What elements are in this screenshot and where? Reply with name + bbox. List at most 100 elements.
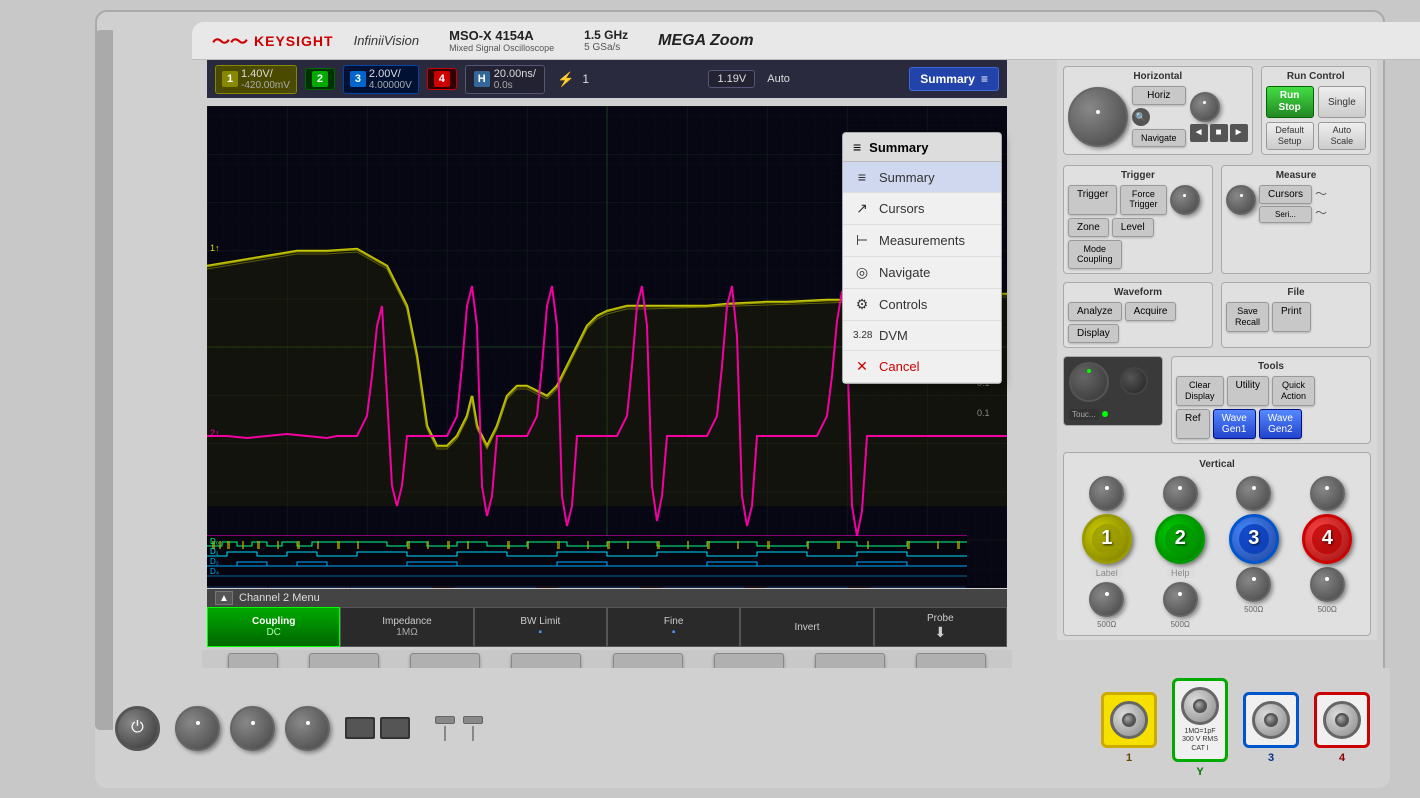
touch-button[interactable]: Touc... [1069,409,1099,420]
mode-coupling-button[interactable]: ModeCoupling [1068,240,1122,270]
search-button[interactable]: 🔍 [1132,108,1150,126]
ch1-volt-knob[interactable] [1089,476,1124,511]
model-sub: Mixed Signal Oscilloscope [449,43,554,53]
dvm-menu-label: DVM [879,328,908,343]
ref-button[interactable]: Ref [1176,409,1210,439]
usb-port-1[interactable] [345,717,375,739]
bnc-ch3-inner [1264,713,1278,727]
impedance-softkey[interactable]: Impedance 1MΩ [340,607,473,647]
bnc-ch1[interactable] [1101,692,1157,748]
zoom-knob[interactable] [1190,92,1220,122]
bnc-ch4-inner [1335,713,1349,727]
trigger-buttons-2: Zone Level ModeCoupling [1068,218,1208,270]
summary-button[interactable]: Summary ≡ [909,67,999,91]
probe-softkey[interactable]: Probe ⬇ [874,607,1007,647]
ch2-indicator[interactable]: 2 [305,68,335,90]
wave-gen1-button[interactable]: WaveGen1 [1213,409,1256,439]
seri-button[interactable]: Seri... [1259,206,1312,223]
ch4-pos-knob[interactable] [1310,567,1345,602]
ch3-pos-knob[interactable] [1236,567,1271,602]
display-intensity-knob[interactable] [1069,362,1109,402]
bnc-ch1-label: 1 [1126,752,1132,764]
print-button[interactable]: Print [1272,302,1311,332]
scroll-up-button[interactable]: ▲ [215,591,233,605]
usb-port-2[interactable] [380,717,410,739]
impedance-value: 1MΩ [396,627,417,638]
menu-item-navigate[interactable]: ◎ Navigate [843,257,1001,289]
trigger-button[interactable]: Trigger [1068,185,1117,215]
ch1-pos-knob[interactable] [1089,582,1124,617]
bnc-ch4[interactable] [1314,692,1370,748]
ch4-channel-button[interactable]: 4 [1302,514,1352,564]
acquire-button[interactable]: Acquire [1125,302,1177,321]
zone-button[interactable]: Zone [1068,218,1109,237]
utility-button[interactable]: Utility [1227,376,1269,406]
horiz-indicator[interactable]: H 20.00ns/ 0.0s [465,65,545,94]
bnc-ch4-label: 4 [1339,752,1345,764]
analyze-button[interactable]: Analyze [1068,302,1122,321]
nav-left-icon[interactable]: ◄ [1190,124,1208,142]
invert-label: Invert [794,622,819,633]
waveform-file-row: Waveform Analyze Acquire Display File Sa… [1057,278,1377,352]
cursors-btn[interactable]: Cursors [1259,185,1312,204]
help-button[interactable]: Help [1167,567,1194,579]
bwlimit-softkey[interactable]: BW Limit ▪ [474,607,607,647]
bnc-ch2[interactable]: 1MΩ=1pF300 V RMSCAT I [1172,678,1228,762]
single-button[interactable]: Single [1318,86,1366,118]
ch2-channel-button[interactable]: 2 [1155,514,1205,564]
bnc-ch3[interactable] [1243,692,1299,748]
menu-item-measurements[interactable]: ⊢ Measurements [843,225,1001,257]
trigger-indicator[interactable]: 1.19V [708,70,755,88]
menu-item-cancel[interactable]: ✕ Cancel [843,351,1001,383]
auto-scale-button[interactable]: Auto Scale [1318,122,1366,150]
menu-item-dvm[interactable]: 3.28 DVM [843,321,1001,351]
clear-display-button[interactable]: ClearDisplay [1176,376,1224,406]
run-stop-button[interactable]: Run Stop [1266,86,1314,118]
label-button[interactable]: Label [1092,567,1122,579]
keysight-logo: 〜〜 KEYSIGHT [212,28,334,54]
file-buttons: SaveRecall Print [1226,302,1366,332]
power-button[interactable]: ⏻ [115,706,160,751]
front-knob-3[interactable] [285,706,330,751]
level-button[interactable]: Level [1112,218,1154,237]
menu-item-summary[interactable]: ≡ Summary [843,162,1001,193]
coupling-softkey[interactable]: Coupling DC [207,607,340,647]
front-knob-1[interactable] [175,706,220,751]
cancel-icon: ✕ [853,358,871,375]
horiz-buttons: Horiz 🔍 Navigate [1132,86,1186,147]
ch4-indicator[interactable]: 4 [427,68,457,90]
quick-action-button[interactable]: QuickAction [1272,376,1315,406]
ch2-pos-knob[interactable] [1163,582,1198,617]
fine-softkey[interactable]: Fine ▪ [607,607,740,647]
nav-stop-icon[interactable]: ■ [1210,124,1228,142]
save-recall-button[interactable]: SaveRecall [1226,302,1269,332]
navigate-button[interactable]: Navigate [1132,129,1186,147]
trigger-mode: Auto [767,73,790,85]
ch4-volt-knob[interactable] [1310,476,1345,511]
horiz-button[interactable]: Horiz [1132,86,1186,105]
bnc-ch2-port [1181,687,1219,725]
invert-softkey[interactable]: Invert [740,607,873,647]
menu-item-cursors[interactable]: ↗ Cursors [843,193,1001,225]
ch1-channel-button[interactable]: 1 [1082,514,1132,564]
trigger-level-knob[interactable] [1170,185,1200,215]
nav-right-icon[interactable]: ► [1230,124,1248,142]
measure-knob[interactable] [1226,185,1256,215]
ch3-volt-knob[interactable] [1236,476,1271,511]
ch1-indicator[interactable]: 1 1.40V/ -420.00mV [215,65,297,94]
force-trigger-button[interactable]: ForceTrigger [1120,185,1166,215]
ch2-volt-knob[interactable] [1163,476,1198,511]
intensity-led [1102,411,1108,417]
front-knob-2[interactable] [230,706,275,751]
ch2-impedance: 500Ω [1171,620,1190,629]
default-setup-button[interactable]: Default Setup [1266,122,1314,150]
display-button[interactable]: Display [1068,324,1119,343]
menu-item-controls[interactable]: ⚙ Controls [843,289,1001,321]
summary-icon: ≡ [853,169,871,185]
ch3-channel-button[interactable]: 3 [1229,514,1279,564]
ch3-indicator[interactable]: 3 2.00V/ 4.00000V [343,65,419,94]
spec-info: 1.5 GHz 5 GSa/s [584,28,628,53]
wave-gen2-button[interactable]: WaveGen2 [1259,409,1302,439]
horiz-knob[interactable] [1068,87,1128,147]
display-knob-2[interactable] [1120,367,1148,395]
